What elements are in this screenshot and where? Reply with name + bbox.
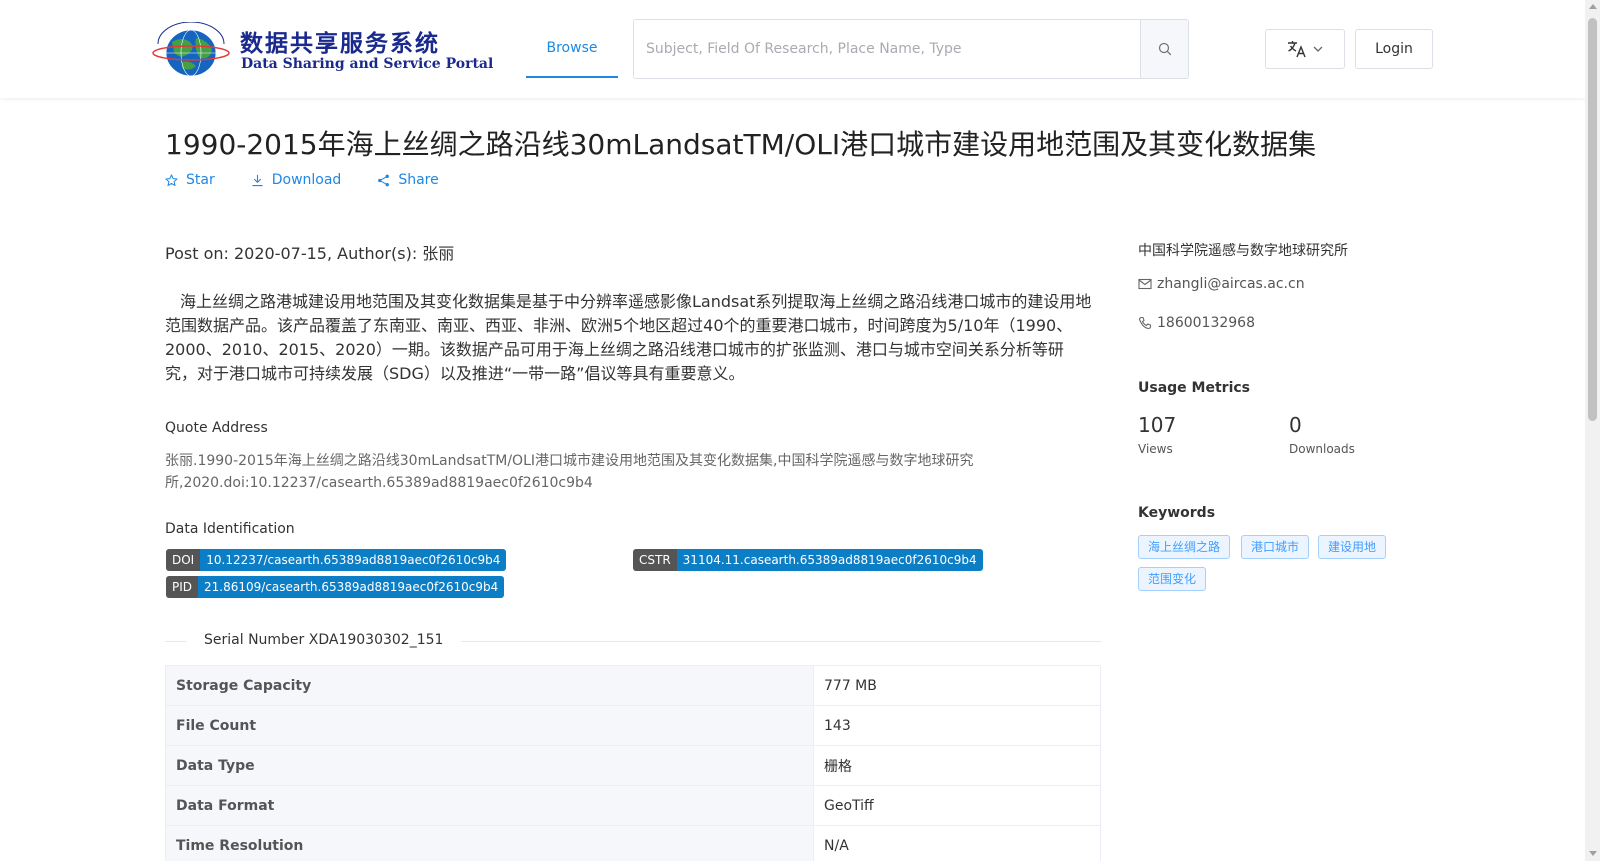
quote-address-label: Quote Address <box>165 420 268 436</box>
doi-value: 10.12237/casearth.65389ad8819aec0f2610c9… <box>200 549 507 571</box>
email-text: zhangli@aircas.ac.cn <box>1157 276 1305 292</box>
page-scrollbar[interactable] <box>1585 0 1600 861</box>
download-button[interactable]: Download <box>251 172 342 188</box>
table-key: Data Type <box>165 745 814 786</box>
search-bar <box>633 19 1189 79</box>
usage-metrics-title: Usage Metrics <box>1138 380 1250 396</box>
translate-icon <box>1288 41 1306 58</box>
chevron-down-icon <box>1313 46 1323 52</box>
nav-browse-tab[interactable]: Browse <box>526 20 618 78</box>
table-value: GeoTiff <box>813 785 1101 826</box>
contact-phone[interactable]: 18600132968 <box>1138 315 1255 331</box>
star-button[interactable]: Star <box>165 172 215 188</box>
share-button[interactable]: Share <box>377 172 439 188</box>
search-button[interactable] <box>1140 20 1188 78</box>
download-label: Download <box>271 172 342 188</box>
table-row: Time Resolution N/A <box>165 825 1101 861</box>
cstr-key: CSTR <box>633 549 677 571</box>
table-row: Storage Capacity 777 MB <box>165 665 1101 706</box>
scroll-thumb[interactable] <box>1588 18 1597 421</box>
table-key: Data Format <box>165 785 814 826</box>
post-date-author: Post on: 2020-07-15, Author(s): 张丽 <box>165 244 455 263</box>
data-identification-label: Data Identification <box>165 521 295 537</box>
pid-badge[interactable]: PID 21.86109/casearth.65389ad8819aec0f26… <box>166 576 505 598</box>
share-icon <box>378 174 390 186</box>
views-count: 107 <box>1138 413 1177 437</box>
dataset-actions: Star Download Share <box>165 172 439 188</box>
search-icon <box>1158 42 1171 56</box>
keyword-tag[interactable]: 建设用地 <box>1318 535 1387 559</box>
download-icon <box>252 174 263 186</box>
cstr-badge[interactable]: CSTR 31104.11.casearth.65389ad8819aec0f2… <box>633 549 983 571</box>
star-icon <box>165 173 178 186</box>
pid-key: PID <box>166 576 199 598</box>
language-switch-button[interactable] <box>1265 29 1345 69</box>
keyword-tag[interactable]: 海上丝绸之路 <box>1138 535 1231 559</box>
table-row: Data Type 栅格 <box>165 745 1101 786</box>
views-label: Views <box>1138 442 1173 456</box>
keyword-tag[interactable]: 范围变化 <box>1138 567 1207 591</box>
globe-logo-icon <box>152 22 230 77</box>
table-key: Time Resolution <box>165 825 814 861</box>
scroll-up-icon[interactable] <box>1589 4 1597 9</box>
dataset-info-table: Storage Capacity 777 MB File Count 143 D… <box>165 665 1101 861</box>
table-value: 143 <box>813 705 1101 746</box>
quote-address-text: 张丽.1990-2015年海上丝绸之路沿线30mLandsatTM/OLI港口城… <box>165 453 974 491</box>
search-input[interactable] <box>634 20 1140 78</box>
dataset-title: 1990-2015年海上丝绸之路沿线30mLandsatTM/OLI港口城市建设… <box>165 128 1317 161</box>
table-row: Data Format GeoTiff <box>165 785 1101 826</box>
site-logo[interactable]: 数据共享服务系统 Data Sharing and Service Portal <box>152 20 493 80</box>
table-key: File Count <box>165 705 814 746</box>
keyword-tag[interactable]: 港口城市 <box>1241 535 1310 559</box>
keywords-title: Keywords <box>1138 505 1216 521</box>
doi-key: DOI <box>166 549 201 571</box>
login-button[interactable]: Login <box>1355 29 1433 69</box>
organization-name: 中国科学院遥感与数字地球研究所 <box>1138 243 1348 259</box>
table-value: 777 MB <box>813 665 1101 706</box>
cstr-value: 31104.11.casearth.65389ad8819aec0f2610c9… <box>676 549 983 571</box>
doi-badge[interactable]: DOI 10.12237/casearth.65389ad8819aec0f26… <box>166 549 507 571</box>
phone-icon <box>1138 316 1152 330</box>
scroll-down-icon[interactable] <box>1589 851 1597 856</box>
logo-chinese-text: 数据共享服务系统 <box>240 31 440 57</box>
downloads-count: 0 <box>1289 413 1302 437</box>
dataset-description: 海上丝绸之路港城建设用地范围及其变化数据集是基于中分辨率遥感影像Landsat系… <box>165 292 1092 383</box>
mail-icon <box>1138 278 1152 290</box>
star-label: Star <box>186 172 215 188</box>
phone-text: 18600132968 <box>1157 315 1255 331</box>
logo-english-text: Data Sharing and Service Portal <box>241 56 494 72</box>
top-header: 数据共享服务系统 Data Sharing and Service Portal… <box>0 0 1585 98</box>
downloads-label: Downloads <box>1289 442 1355 456</box>
table-value: N/A <box>813 825 1101 861</box>
pid-value: 21.86109/casearth.65389ad8819aec0f2610c9… <box>198 576 505 598</box>
table-row: File Count 143 <box>165 705 1101 746</box>
share-label: Share <box>398 172 439 188</box>
contact-email[interactable]: zhangli@aircas.ac.cn <box>1138 276 1305 292</box>
table-key: Storage Capacity <box>165 665 814 706</box>
table-value: 栅格 <box>813 745 1101 786</box>
serial-number: Serial Number XDA19030302_151 <box>186 632 462 648</box>
